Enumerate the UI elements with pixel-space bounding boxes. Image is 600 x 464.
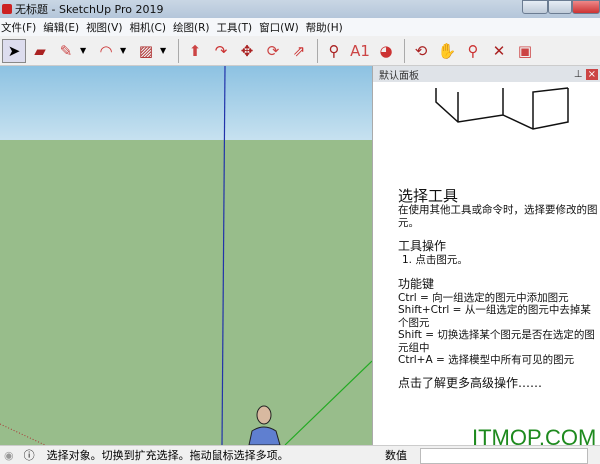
modifier-key-item: Shift+Ctrl = 从一组选定的图元中去掉某个图元 [398, 304, 591, 329]
tool-heading: 选择工具 [398, 187, 459, 205]
chevron-down-icon[interactable]: ▼ [120, 46, 130, 55]
title-bar: 无标题 - SketchUp Pro 2019 [0, 0, 600, 18]
red-axis [0, 423, 46, 445]
rectangle-button[interactable]: ▨ [134, 39, 158, 63]
paint-bucket-button[interactable]: ◕ [374, 39, 398, 63]
follow-me-button[interactable]: ↷ [209, 39, 233, 63]
toolbar-separator [404, 38, 405, 63]
tape-measure-button[interactable]: ⚲ [322, 39, 346, 63]
eraser-icon: ▰ [34, 41, 46, 60]
scale-icon: ⇗ [292, 41, 306, 60]
panel-close-icon[interactable]: × [585, 68, 598, 80]
push-pull-icon: ⬆ [188, 41, 202, 60]
more-link[interactable]: 点击了解更多高级操作…… [398, 376, 600, 390]
menu-item[interactable]: 窗口(W) [258, 20, 299, 35]
zoom-button[interactable]: ⚲ [461, 39, 485, 63]
maximize-button[interactable] [548, 0, 572, 14]
menu-bar: 文件(F) 编辑(E) 视图(V) 相机(C) 绘图(R) 工具(T) 窗口(W) 帮助(H) [0, 18, 600, 36]
paint-bucket-icon: ◕ [379, 41, 393, 60]
text-icon: A1 [350, 41, 370, 60]
info-icon[interactable]: ⓘ [24, 447, 35, 463]
select-arrow-icon: ➤ [7, 41, 21, 60]
text-button[interactable]: A1 [348, 39, 372, 63]
ops-heading: 工具操作 [398, 239, 447, 253]
toolbar-separator [178, 38, 179, 63]
close-button[interactable] [572, 0, 600, 14]
menu-item[interactable]: 绘图(R) [172, 20, 210, 35]
select-arrow-button[interactable]: ➤ [2, 38, 26, 63]
arc-icon: ◠ [99, 41, 113, 60]
zoom-icon: ⚲ [467, 41, 479, 60]
tape-measure-icon: ⚲ [328, 41, 340, 60]
rotate-icon: ⟳ [266, 41, 280, 60]
modifier-key-item: Ctrl = 向一组选定的图元中添加图元 [398, 291, 569, 304]
move-button[interactable]: ✥ [235, 39, 259, 63]
select-tool-illustration [435, 87, 569, 130]
pan-icon: ✋ [437, 41, 457, 60]
chevron-down-icon[interactable]: ▼ [80, 46, 90, 55]
green-axis [284, 360, 372, 445]
menu-item[interactable]: 视图(V) [85, 20, 122, 35]
measurements-input[interactable] [420, 448, 588, 464]
menu-item[interactable]: 编辑(E) [42, 20, 79, 35]
pan-button[interactable]: ✋ [435, 39, 459, 63]
orbit-icon: ⟲ [414, 41, 428, 60]
blue-axis [221, 66, 226, 445]
tool-intro: 在使用其他工具或命令时，选择要修改的图元。 [398, 204, 598, 229]
menu-item[interactable]: 帮助(H) [305, 20, 343, 35]
move-icon: ✥ [240, 41, 254, 60]
panel-title: 默认面板 [379, 70, 419, 82]
ops-text: 1. 点击图元。 [402, 254, 468, 266]
warehouse-button[interactable]: ▣ [513, 39, 537, 63]
minimize-button[interactable] [522, 0, 548, 14]
menu-item[interactable]: 文件(F) [0, 20, 36, 35]
scale-button[interactable]: ⇗ [287, 39, 311, 63]
pin-icon[interactable]: ⊥ [574, 69, 583, 80]
orbit-button[interactable]: ⟲ [409, 39, 433, 63]
modifier-key-item: Shift = 切换选择某个图元是否在选定的图元组中 [398, 329, 595, 354]
pencil-button[interactable]: ✎ [54, 39, 78, 63]
pencil-icon: ✎ [59, 41, 73, 60]
arc-button[interactable]: ◠ [94, 39, 118, 63]
person-figure [248, 405, 281, 445]
geo-location-icon[interactable]: ◉ [4, 449, 14, 462]
keys-heading: 功能键 [398, 276, 435, 291]
toolbar-separator [317, 38, 318, 63]
rotate-button[interactable]: ⟳ [261, 39, 285, 63]
status-message: 选择对象。切换到扩充选择。拖动鼠标选择多项。 [46, 449, 289, 462]
eraser-button[interactable]: ▰ [28, 39, 52, 63]
measurements-label: 数值 [385, 449, 407, 462]
main-toolbar: ➤ ▰ ✎ ▼ ◠ ▼ ▨ ▼ ⬆ ↷ ✥ ⟳ ⇗ ⚲ A1 ◕ ⟲ ✋ ⚲ ✕ ▣ [0, 36, 600, 66]
3d-viewport[interactable] [0, 66, 372, 445]
menu-item[interactable]: 工具(T) [215, 20, 252, 35]
menu-item[interactable]: 相机(C) [128, 20, 166, 35]
follow-me-icon: ↷ [214, 41, 228, 60]
rectangle-icon: ▨ [138, 41, 154, 60]
default-tray-panel: 默认面板 ⊥ × 选择工具 在使用其他工具或命令时，选择要修改的图元。 工具操作… [372, 66, 600, 445]
window-title: 无标题 - SketchUp Pro 2019 [15, 3, 164, 16]
zoom-extents-icon: ✕ [492, 41, 506, 60]
warehouse-icon: ▣ [517, 41, 533, 60]
push-pull-button[interactable]: ⬆ [183, 39, 207, 63]
sketchup-logo-icon [2, 4, 12, 14]
zoom-extents-button[interactable]: ✕ [487, 39, 511, 63]
chevron-down-icon[interactable]: ▼ [160, 46, 170, 55]
modifier-key-item: Ctrl+A = 选择模型中所有可见的图元 [398, 354, 575, 366]
